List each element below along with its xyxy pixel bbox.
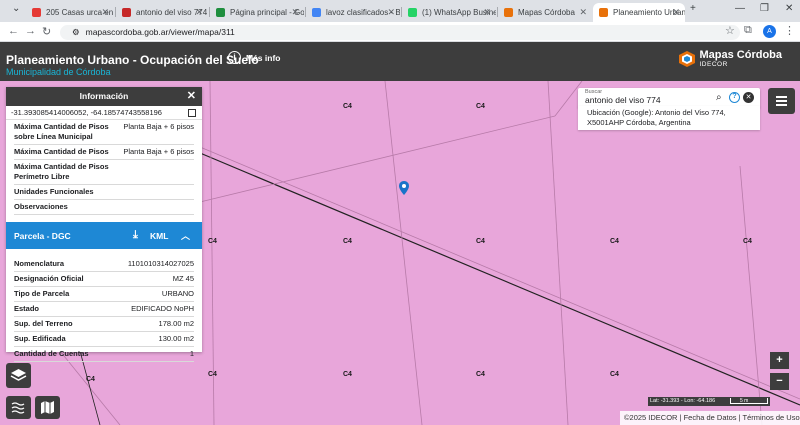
chevron-up-icon[interactable]: ︿ [181, 229, 190, 242]
minimize-icon[interactable]: — [735, 3, 745, 14]
zone-label: C4 [476, 371, 485, 378]
zone-label: C4 [208, 371, 217, 378]
info-icon[interactable]: i [228, 51, 241, 64]
zone-label: C4 [343, 371, 352, 378]
attribute-row: Máxima Cantidad de Pisos Planta Baja + 6… [14, 145, 194, 160]
location-pin-icon[interactable] [399, 181, 409, 195]
search-icon[interactable]: ⌕ [716, 92, 722, 103]
info-panel: Información ✕ -31.393085414006052, -64.1… [6, 87, 202, 362]
basemap-button[interactable] [35, 396, 60, 419]
tab-close-icon[interactable]: ✕ [387, 7, 395, 18]
tab-favicon-icon [599, 8, 608, 17]
page-subtitle: Municipalidad de Córdoba [6, 67, 111, 77]
download-icon[interactable]: ⤓ [133, 229, 138, 242]
new-tab-button[interactable]: + [690, 3, 696, 14]
attribute-row: Observaciones [14, 200, 194, 215]
tab-favicon-icon [504, 8, 513, 17]
window-close-icon[interactable]: ✕ [785, 3, 793, 14]
legend-button[interactable] [6, 396, 31, 419]
attribute-row: Cantidad de Cuentas 1 [14, 347, 194, 362]
copy-icon[interactable] [188, 109, 196, 117]
browser-tab[interactable]: antonio del viso 774 ✕ [116, 3, 208, 22]
zone-label: C4 [476, 238, 485, 245]
attribute-row: Tipo de Parcela URBANO [14, 287, 194, 302]
zone-label: C4 [743, 238, 752, 245]
tab-close-icon[interactable]: ✕ [195, 7, 203, 18]
tab-favicon-icon [216, 8, 225, 17]
app-header: Planeamiento Urbano - Ocupación del Suel… [0, 42, 800, 81]
attribute-row: Designación Oficial MZ 45 [14, 272, 194, 287]
zone-label: C4 [476, 103, 485, 110]
zoom-out-button[interactable]: − [770, 373, 789, 390]
parcel-attributes: Nomenclatura 1101010314027025 Designació… [6, 249, 202, 362]
layers-icon [10, 369, 27, 381]
browser-tab-bar: 205 Casas urca en ve ✕ antonio del viso … [0, 0, 800, 22]
browser-tab[interactable]: lavoz clasificados - B ✕ [306, 3, 400, 22]
forward-icon[interactable]: → [25, 25, 36, 37]
tab-favicon-icon [122, 8, 131, 17]
attribute-row: Estado EDIFICADO NoPH [14, 302, 194, 317]
coordinates-row: -31.393085414006052, -64.18574743558196 [6, 106, 202, 120]
scale-bar [730, 398, 768, 404]
help-icon[interactable]: ? [729, 92, 740, 103]
reload-icon[interactable]: ↻ [42, 25, 51, 38]
browser-tab[interactable]: 205 Casas urca en ve ✕ [26, 3, 114, 22]
scale-label: 5 m [740, 398, 749, 404]
layers-button[interactable] [6, 363, 31, 388]
url-field[interactable]: ⚙ mapascordoba.gob.ar/viewer/mapa/311 [60, 25, 740, 40]
attribute-row: Máxima Cantidad de Pisos sobre Línea Mun… [14, 120, 194, 145]
attribute-row: Sup. Edificada 130.00 m2 [14, 332, 194, 347]
tab-close-icon[interactable]: ✕ [291, 7, 299, 18]
site-info-icon[interactable]: ⚙ [72, 27, 80, 37]
info-panel-header: Información ✕ [6, 87, 202, 106]
bookmark-star-icon[interactable]: ☆ [725, 24, 735, 37]
extensions-icon[interactable]: ⧉ [744, 24, 752, 37]
search-input[interactable]: Buscar antonio del viso 774 ⌕ ? ✕ [578, 88, 760, 108]
address-bar: ← → ↻ ⚙ mapascordoba.gob.ar/viewer/mapa/3… [0, 22, 800, 42]
map-attribution[interactable]: ©2025 IDECOR | Fecha de Datos | Términos… [620, 411, 800, 425]
zone-label: C4 [610, 371, 619, 378]
zoning-attributes: Máxima Cantidad de Pisos sobre Línea Mun… [6, 120, 202, 215]
zone-label: C4 [208, 238, 217, 245]
search-suggestion[interactable]: Ubicación (Google): Antonio del Viso 774… [578, 106, 760, 130]
kml-download-button[interactable]: KML [150, 231, 168, 241]
legend-icon [11, 402, 25, 414]
attribute-row: Sup. del Terreno 178.00 m2 [14, 317, 194, 332]
zone-label: C4 [343, 238, 352, 245]
tab-close-icon[interactable]: ✕ [101, 7, 109, 18]
brand-logo: Mapas Córdoba IDECOR [679, 50, 782, 68]
zone-label: C4 [610, 238, 619, 245]
profile-avatar[interactable]: A [763, 25, 776, 38]
tab-close-icon[interactable]: ✕ [672, 7, 680, 18]
tab-close-icon[interactable]: ✕ [483, 7, 491, 18]
zone-label: C4 [343, 103, 352, 110]
menu-button[interactable] [768, 88, 795, 114]
browser-tab[interactable]: (1) WhatsApp Busine ✕ [402, 3, 496, 22]
parcela-section-header[interactable]: Parcela - DGC ⤓ KML ︿ [6, 222, 202, 249]
browser-tab[interactable]: Página principal - Go ✕ [210, 3, 304, 22]
tab-close-icon[interactable]: ✕ [579, 7, 587, 18]
browser-menu-icon[interactable]: ⋮ [784, 24, 795, 37]
tab-favicon-icon [312, 8, 321, 17]
mapas-cordoba-logo-icon [679, 51, 696, 67]
map-icon [41, 401, 54, 414]
tab-favicon-icon [32, 8, 41, 17]
tab-search-icon[interactable]: ⌄ [12, 3, 20, 14]
attribute-row: Máxima Cantidad de Pisos Perímetro Libre [14, 160, 194, 185]
back-icon[interactable]: ← [8, 25, 19, 37]
browser-tab-active[interactable]: Planeamiento Urban ✕ [593, 3, 685, 22]
browser-tab[interactable]: Mapas Córdoba ✕ [498, 3, 592, 22]
tab-favicon-icon [408, 8, 417, 17]
close-icon[interactable]: ✕ [187, 87, 196, 106]
clear-icon[interactable]: ✕ [743, 92, 754, 103]
attribute-row: Nomenclatura 1101010314027025 [14, 257, 194, 272]
attribute-row: Unidades Funcionales [14, 185, 194, 200]
restore-icon[interactable]: ❐ [760, 3, 769, 14]
page-title: Planeamiento Urbano - Ocupación del Suel… [6, 53, 259, 67]
zone-label: C4 [86, 376, 95, 383]
more-info-link[interactable]: Más info [246, 53, 280, 63]
zoom-in-button[interactable]: + [770, 352, 789, 369]
